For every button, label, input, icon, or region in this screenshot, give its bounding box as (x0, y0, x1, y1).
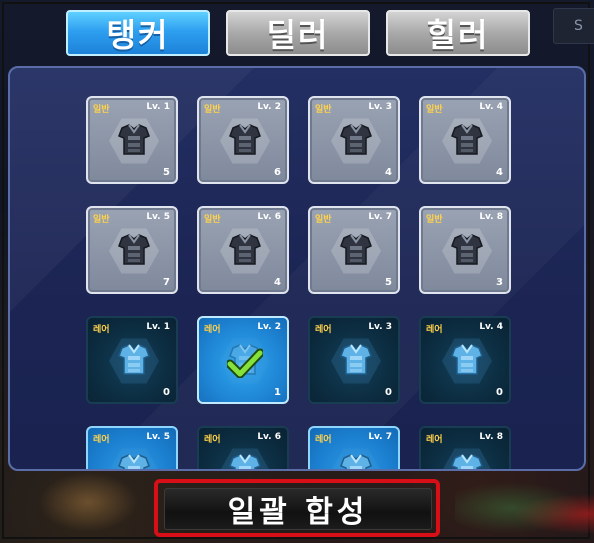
equipment-card[interactable]: 일반 Lv. 4 4 (419, 96, 511, 184)
equipment-card[interactable]: 일반 Lv. 2 6 (197, 96, 289, 184)
level-label: Lv. 6 (257, 212, 281, 222)
level-label: Lv. 6 (257, 432, 281, 442)
grade-label: 레어 (315, 435, 332, 445)
bulk-combine-button[interactable]: 일괄 합성 (164, 488, 432, 530)
armor-icon (447, 450, 487, 469)
equipment-card[interactable]: 레어 Lv. 7 (308, 426, 400, 469)
tab-tanker[interactable]: 탱커 (66, 10, 210, 56)
equipment-panel: 일반 Lv. 1 5 일반 Lv. 2 6 일반 Lv. 3 4 일반 Lv. 4 4 일반 Lv. 5 7… (8, 66, 586, 471)
level-label: Lv. 4 (479, 102, 503, 112)
item-count: 4 (496, 167, 503, 178)
level-label: Lv. 8 (479, 212, 503, 222)
equipment-card[interactable]: 일반 Lv. 6 4 (197, 206, 289, 294)
level-label: Lv. 4 (479, 322, 503, 332)
armor-icon (225, 120, 265, 160)
level-label: Lv. 5 (146, 432, 170, 442)
item-count: 1 (274, 387, 281, 398)
item-count: 0 (385, 387, 392, 398)
equipment-card[interactable]: 레어 Lv. 3 0 (308, 316, 400, 404)
armor-icon (447, 340, 487, 380)
equipment-card[interactable]: 레어 Lv. 5 (86, 426, 178, 469)
grade-label: 일반 (315, 215, 332, 225)
grade-label: 레어 (426, 435, 443, 445)
corner-button[interactable]: S (553, 8, 594, 44)
equipment-card[interactable]: 일반 Lv. 5 7 (86, 206, 178, 294)
grade-label: 레어 (315, 325, 332, 335)
armor-icon (114, 120, 154, 160)
level-label: Lv. 5 (146, 212, 170, 222)
equipment-card[interactable]: 일반 Lv. 8 3 (419, 206, 511, 294)
armor-icon (336, 340, 376, 380)
item-count: 0 (163, 387, 170, 398)
item-count: 5 (385, 277, 392, 288)
background-decoration-right (455, 478, 594, 538)
equipment-card[interactable]: 레어 Lv. 2 1 (197, 316, 289, 404)
tab-healer[interactable]: 힐러 (386, 10, 530, 56)
armor-icon (447, 120, 487, 160)
armor-icon (336, 230, 376, 270)
armor-icon (336, 450, 376, 469)
item-count: 5 (163, 167, 170, 178)
level-label: Lv. 2 (257, 322, 281, 332)
grade-label: 일반 (204, 215, 221, 225)
level-label: Lv. 8 (479, 432, 503, 442)
armor-icon (114, 450, 154, 469)
armor-icon (225, 450, 265, 469)
level-label: Lv. 2 (257, 102, 281, 112)
equipment-card[interactable]: 일반 Lv. 1 5 (86, 96, 178, 184)
tab-dealer[interactable]: 딜러 (226, 10, 370, 56)
grade-label: 일반 (204, 105, 221, 115)
class-tabs: 탱커 딜러 힐러 (0, 6, 594, 58)
grade-label: 레어 (204, 325, 221, 335)
game-screen: 탱커 딜러 힐러 S 일반 Lv. 1 5 일반 Lv. 2 6 일반 Lv. 3 4 일반 Lv.… (0, 0, 594, 543)
level-label: Lv. 3 (368, 102, 392, 112)
item-count: 0 (496, 387, 503, 398)
grade-label: 일반 (93, 215, 110, 225)
equipment-card[interactable]: 일반 Lv. 3 4 (308, 96, 400, 184)
check-icon (225, 348, 265, 379)
equipment-card[interactable]: 레어 Lv. 1 0 (86, 316, 178, 404)
level-label: Lv. 7 (368, 432, 392, 442)
level-label: Lv. 1 (146, 102, 170, 112)
equipment-grid: 일반 Lv. 1 5 일반 Lv. 2 6 일반 Lv. 3 4 일반 Lv. 4 4 일반 Lv. 5 7… (10, 68, 584, 469)
armor-icon (114, 340, 154, 380)
combine-highlight-frame: 일괄 합성 (154, 479, 440, 537)
equipment-card[interactable]: 레어 Lv. 8 (419, 426, 511, 469)
level-label: Lv. 3 (368, 322, 392, 332)
grade-label: 레어 (93, 325, 110, 335)
equipment-card[interactable]: 레어 Lv. 4 0 (419, 316, 511, 404)
item-count: 4 (385, 167, 392, 178)
background-decoration-left (38, 472, 138, 532)
level-label: Lv. 1 (146, 322, 170, 332)
equipment-card[interactable]: 일반 Lv. 7 5 (308, 206, 400, 294)
item-count: 4 (274, 277, 281, 288)
grade-label: 레어 (426, 325, 443, 335)
item-count: 3 (496, 277, 503, 288)
grade-label: 일반 (426, 215, 443, 225)
grade-label: 일반 (426, 105, 443, 115)
item-count: 6 (274, 167, 281, 178)
grade-label: 일반 (93, 105, 110, 115)
grade-label: 레어 (204, 435, 221, 445)
grade-label: 일반 (315, 105, 332, 115)
armor-icon (447, 230, 487, 270)
armor-icon (225, 230, 265, 270)
equipment-card[interactable]: 레어 Lv. 6 (197, 426, 289, 469)
grade-label: 레어 (93, 435, 110, 445)
level-label: Lv. 7 (368, 212, 392, 222)
armor-icon (336, 120, 376, 160)
item-count: 7 (163, 277, 170, 288)
armor-icon (114, 230, 154, 270)
